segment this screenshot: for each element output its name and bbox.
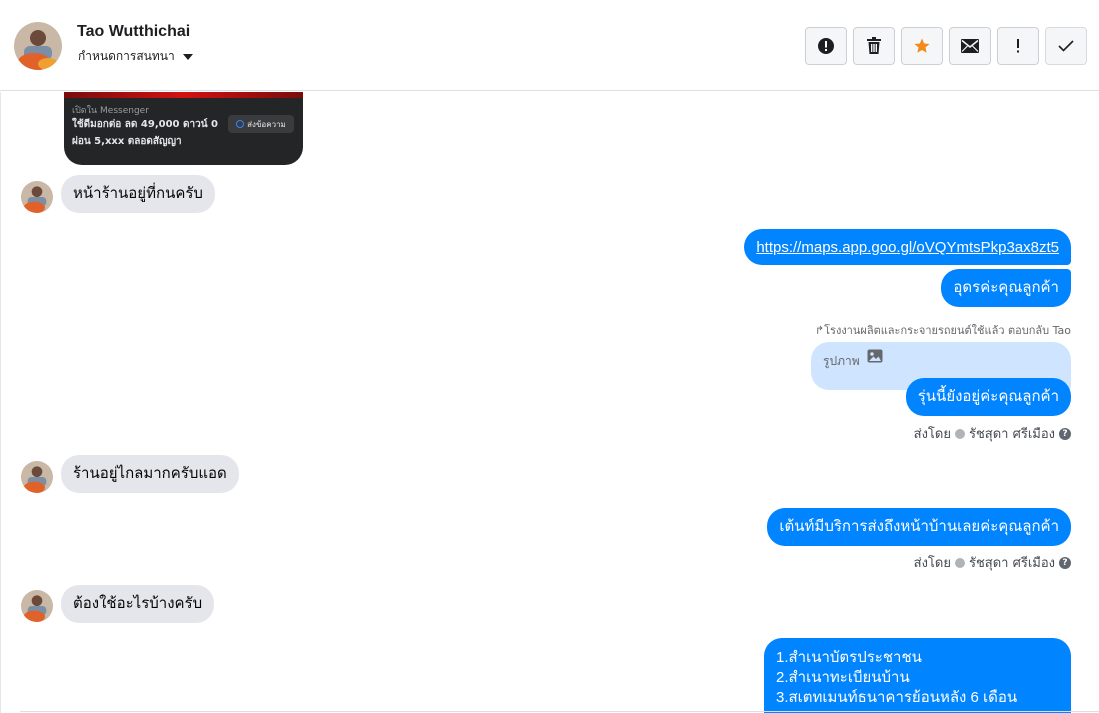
- agent-name[interactable]: รัชสุดา ศรีเมือง: [969, 552, 1055, 573]
- exclamation-icon: [1017, 39, 1019, 53]
- star-button[interactable]: [901, 27, 943, 65]
- help-icon[interactable]: ?: [1059, 427, 1071, 440]
- caret-down-icon: [182, 53, 193, 60]
- reply-arrow-icon: ↱: [814, 324, 825, 337]
- ad-text-line: ใช้ดีมอกต่อ ลด 49,000 ดาวน์ 0: [72, 119, 218, 130]
- sent-by-prefix: ส่งโดย: [913, 427, 951, 442]
- help-icon[interactable]: ?: [1059, 556, 1071, 569]
- composer-divider: [20, 711, 1099, 712]
- message-thread[interactable]: เปิดใน Messenger ใช้ดีมอกต่อ ลด 49,000 ด…: [0, 92, 1099, 713]
- delete-button[interactable]: [853, 27, 895, 65]
- messenger-icon: [236, 120, 245, 128]
- outgoing-message[interactable]: https://maps.app.goo.gl/oVQYmtsPkp3ax8zt…: [744, 229, 1071, 265]
- contact-name[interactable]: Tao Wutthichai: [77, 23, 190, 41]
- map-link[interactable]: https://maps.app.goo.gl/oVQYmtsPkp3ax8zt…: [756, 239, 1059, 256]
- reply-label-text: โรงงานผลิตและกระจายรถยนต์ใช้แล้ว ตอบกลับ…: [824, 324, 1071, 337]
- trash-icon: [867, 37, 881, 54]
- assign-conversation-dropdown[interactable]: กำหนดการสนทนา: [78, 47, 193, 66]
- conversation-header: Tao Wutthichai กำหนดการสนทนา: [0, 0, 1099, 91]
- incoming-message[interactable]: ร้านอยู่ไกลมากครับแอด: [61, 455, 239, 493]
- quoted-text: รูปภาพ: [823, 354, 860, 368]
- contact-avatar[interactable]: [14, 22, 62, 70]
- outgoing-message[interactable]: เต้นท์มีบริการส่งถึงหน้าบ้านเลยค่ะคุณลูก…: [767, 508, 1071, 546]
- list-item: 2.สำเนาทะเบียนบ้าน: [776, 669, 910, 686]
- sender-avatar[interactable]: [21, 181, 53, 213]
- outgoing-message[interactable]: 1.สำเนาบัตรประชาชน 2.สำเนาทะเบียนบ้าน 3.…: [764, 638, 1071, 713]
- list-item: 3.สเตทเมนท์ธนาคารย้อนหลัง 6 เดือน: [776, 689, 1018, 706]
- conversation-toolbar: [805, 27, 1087, 65]
- check-icon: [1058, 40, 1074, 52]
- alert-circle-icon: [818, 38, 834, 54]
- ad-text-line: ผ่อน 5,xxx ตลอดสัญญา: [72, 136, 182, 147]
- agent-status-icon: [954, 557, 965, 568]
- reply-context-label: ↱โรงงานผลิตและกระจายรถยนต์ใช้แล้ว ตอบกลั…: [815, 321, 1071, 339]
- outgoing-message[interactable]: อุดรค่ะคุณลูกค้า: [941, 269, 1071, 307]
- sender-avatar[interactable]: [21, 590, 53, 622]
- image-icon: [867, 349, 883, 363]
- report-button[interactable]: [805, 27, 847, 65]
- sent-by-label: ส่งโดย รัชสุดา ศรีเมือง ?: [914, 423, 1071, 444]
- star-icon: [914, 38, 930, 53]
- ad-image-strip: [64, 92, 303, 98]
- done-button[interactable]: [1045, 27, 1087, 65]
- outgoing-message[interactable]: รุ่นนี้ยังอยู่ค่ะคุณลูกค้า: [905, 378, 1071, 416]
- incoming-message[interactable]: ต้องใช้อะไรบ้างครับ: [61, 585, 215, 623]
- sent-by-prefix: ส่งโดย: [913, 556, 951, 571]
- send-message-button[interactable]: ส่งข้อความ: [228, 115, 294, 133]
- send-message-label: ส่งข้อความ: [247, 119, 286, 129]
- follow-up-button[interactable]: [997, 27, 1039, 65]
- ad-source-label: เปิดใน Messenger: [72, 106, 149, 116]
- sent-by-label: ส่งโดย รัชสุดา ศรีเมือง ?: [914, 552, 1071, 573]
- sender-avatar[interactable]: [21, 461, 53, 493]
- mark-unread-button[interactable]: [949, 27, 991, 65]
- ad-preview-card[interactable]: เปิดใน Messenger ใช้ดีมอกต่อ ลด 49,000 ด…: [64, 92, 303, 165]
- assign-conversation-label: กำหนดการสนทนา: [78, 49, 175, 63]
- list-item: 1.สำเนาบัตรประชาชน: [776, 649, 922, 666]
- incoming-message[interactable]: หน้าร้านอยู่ที่กนครับ: [61, 175, 215, 213]
- envelope-icon: [961, 39, 979, 53]
- agent-name[interactable]: รัชสุดา ศรีเมือง: [969, 423, 1055, 444]
- agent-status-icon: [954, 428, 965, 439]
